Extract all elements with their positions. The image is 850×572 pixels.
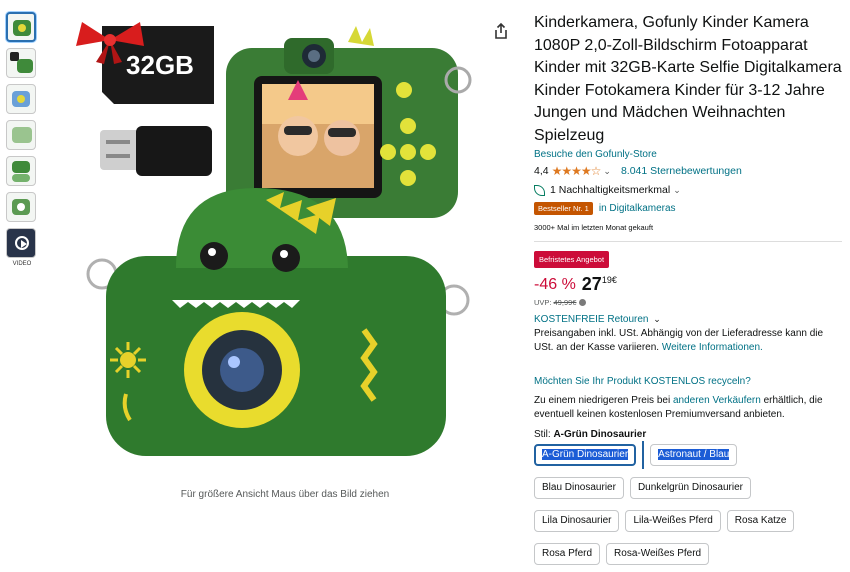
price-whole: 27 (581, 274, 602, 294)
style-option-rosa-weisses-pferd[interactable]: Rosa-Weißes Pferd (606, 543, 710, 565)
style-option-rosa-katze[interactable]: Rosa Katze (726, 510, 795, 532)
sd-card-capacity: 32GB (126, 50, 194, 80)
thumbnail-2[interactable] (6, 48, 36, 78)
video-label: VIDEO (12, 261, 32, 267)
style-label: Stil: (534, 429, 551, 440)
zoom-hint: Für größere Ansicht Maus über das Bild z… (180, 489, 390, 500)
thumbnail-1[interactable] (6, 12, 36, 42)
product-info: Kinderkamera, Gofunly Kinder Kamera 1080… (534, 12, 844, 440)
chevron-down-icon: ⌄ (653, 314, 661, 324)
style-option-rosa-pferd[interactable]: Rosa Pferd (534, 543, 601, 565)
thumbnail-4[interactable] (6, 120, 36, 150)
other-sellers-link[interactable]: anderen Verkäufern (673, 395, 761, 406)
rating-value: 4,4 (534, 165, 549, 177)
star-rating-icon[interactable]: ★★★★☆ (552, 164, 602, 178)
product-title: Kinderkamera, Gofunly Kinder Kamera 1080… (534, 14, 842, 144)
leaf-icon (534, 184, 545, 196)
uvp-label: UVP: (534, 298, 552, 307)
thumbnail-3[interactable] (6, 84, 36, 114)
share-icon[interactable] (493, 22, 509, 40)
free-returns-link[interactable]: KOSTENFREIE Retouren ⌄ (534, 314, 844, 325)
sustainability-row[interactable]: 1 Nachhaltigkeitsmerkmal ⌄ (534, 184, 844, 196)
thumbnail-strip: VIDEO (6, 12, 38, 267)
bestseller-row: Bestseller Nr. 1 in Digitalkameras (534, 202, 844, 215)
camera-front-view (86, 188, 470, 456)
thumbnail-video[interactable] (6, 228, 36, 258)
price-row: -46 % 27 19 € (534, 273, 844, 295)
style-option-blau-dinosaurier[interactable]: Blau Dinosaurier (534, 477, 624, 499)
style-option-astronaut-blau[interactable]: Astronaut / Blau (650, 444, 738, 466)
more-info-link[interactable]: Weitere Informationen. (662, 342, 763, 353)
price-cents: 19 (601, 275, 612, 285)
main-product-image[interactable]: 32GB (66, 8, 486, 478)
thumbnail-6[interactable] (6, 192, 36, 222)
style-selection: Stil: A-Grün Dinosaurier (534, 429, 844, 440)
uvp-value: 49,99€ (553, 298, 577, 307)
recycle-link[interactable]: Möchten Sie Ihr Produkt KOSTENLOS recyce… (534, 376, 844, 387)
deal-badge: Befristetes Angebot (534, 251, 610, 268)
style-option-dunkelgruen-dinosaurier[interactable]: Dunkelgrün Dinosaurier (629, 477, 751, 499)
style-option-a-gruen-dinosaurier[interactable]: A-Grün Dinosaurier (534, 444, 637, 466)
uvp-row: UVP: 49,99€ (534, 298, 844, 307)
style-options: A-Grün Dinosaurier Astronaut / Blau Blau… (534, 441, 844, 572)
sustainability-label: 1 Nachhaltigkeitsmerkmal (550, 184, 671, 196)
bought-count: 3000+ Mal im letzten Monat gekauft (534, 223, 654, 232)
store-link[interactable]: Besuche den Gofunly-Store (534, 149, 844, 160)
chevron-down-icon[interactable]: ⌄ (603, 166, 611, 177)
tax-note: Preisangaben inkl. USt. Abhängig von der… (534, 327, 844, 355)
price-currency: € (611, 275, 617, 285)
card-reader-icon (100, 126, 212, 176)
discount-percent: -46 % (534, 276, 576, 293)
thumbnail-5[interactable] (6, 156, 36, 186)
bestseller-badge: Bestseller Nr. 1 (534, 202, 593, 215)
other-sellers-pre: Zu einem niedrigeren Preis bei (534, 395, 671, 406)
style-option-lila-dinosaurier[interactable]: Lila Dinosaurier (534, 510, 620, 532)
play-icon (15, 236, 29, 250)
ratings-count-link[interactable]: 8.041 Sternebewertungen (621, 165, 742, 177)
style-value: A-Grün Dinosaurier (553, 429, 647, 440)
free-returns-label: KOSTENFREIE Retouren (534, 314, 649, 325)
info-icon[interactable] (579, 299, 587, 306)
text-selection-caret (642, 441, 645, 469)
style-option-lila-weisses-pferd[interactable]: Lila-Weißes Pferd (625, 510, 721, 532)
divider (534, 241, 842, 242)
other-sellers-note: Zu einem niedrigeren Preis bei anderen V… (534, 394, 844, 422)
rating-row: 4,4 ★★★★☆ ⌄ 8.041 Sternebewertungen (534, 164, 844, 178)
chevron-down-icon: ⌄ (673, 184, 681, 195)
category-link[interactable]: in Digitalkameras (599, 203, 676, 214)
